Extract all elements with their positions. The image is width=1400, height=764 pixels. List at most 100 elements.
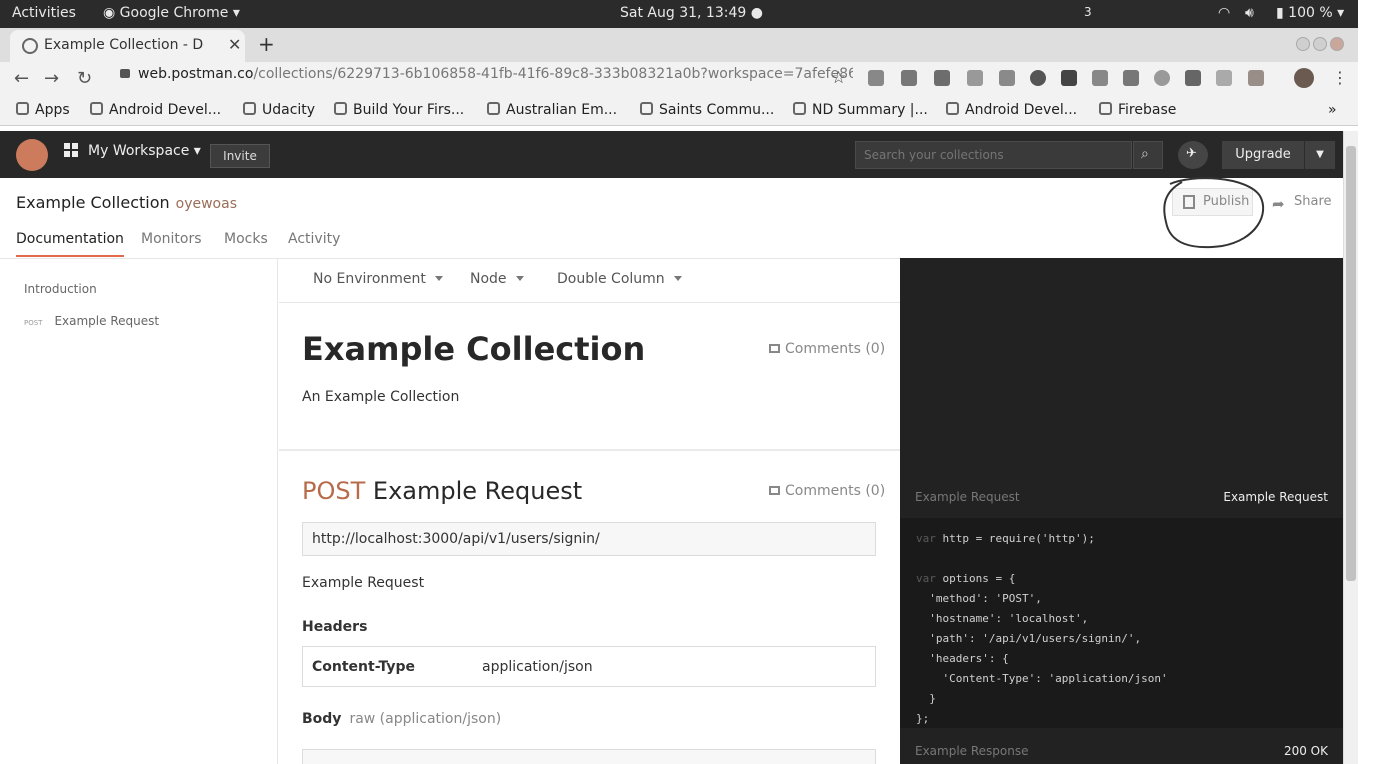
code-line: var options = { [916,572,1016,585]
browser-tab[interactable]: Example Collection - Documentation ✕ [10,30,245,62]
bookmark-favicon-icon [640,102,653,115]
search-icon: ⌕ [1141,146,1149,162]
bookmark-item[interactable]: ND Summary |... [793,102,928,118]
wifi-icon[interactable]: ◠ [1218,5,1230,21]
volume-icon[interactable]: 🔊︎ [1245,5,1254,21]
share-arrow-icon: ➦ [1272,195,1285,213]
profile-avatar[interactable] [1294,68,1314,88]
upgrade-button[interactable]: Upgrade [1222,141,1304,169]
bookmark-item[interactable]: Android Devel... [946,102,1077,118]
apps-grid-icon [16,102,29,115]
notification-badge: 3 [1084,5,1092,19]
reload-icon[interactable]: ↻ [77,68,92,89]
documentation-sidebar: Introduction POST Example Request [0,259,278,764]
extension-icon[interactable] [934,70,950,86]
address-bar[interactable]: web.postman.co/collections/6229713-6b106… [108,66,853,92]
window-controls [1296,36,1347,55]
maximize-icon[interactable] [1313,37,1327,51]
extension-icon[interactable] [1030,70,1046,86]
workspace-grid-icon [64,143,78,157]
bookmarks-bar: Apps Android Devel... Udacity Build Your… [0,96,1358,126]
workspace-switcher[interactable]: My Workspace ▾ [64,143,201,159]
code-line: 'headers': { [916,652,1009,665]
caret-down-icon [434,276,443,281]
chrome-menu-icon[interactable]: ⋮ [1332,68,1348,87]
extension-icon[interactable] [1216,70,1232,86]
bookmark-item[interactable]: Saints Commu... [640,102,774,118]
code-line: var http = require('http'); [916,532,1095,545]
code-snippet: var http = require('http'); var options =… [900,518,1343,728]
postman-logo-icon[interactable] [16,139,48,171]
code-line: 'hostname': 'localhost', [916,612,1089,625]
extension-icon[interactable] [1061,70,1077,86]
more-bookmarks-icon[interactable]: » [1328,102,1337,118]
upgrade-dropdown-icon[interactable]: ▼ [1304,141,1335,169]
response-example-label: Example Response [915,744,1029,758]
close-window-icon[interactable] [1330,37,1344,51]
request-description: Example Request [302,575,425,591]
sidebar-item-example-request[interactable]: POST Example Request [24,314,159,328]
new-tab-icon[interactable]: + [258,32,275,56]
extension-icon[interactable] [868,70,884,86]
invite-button[interactable]: Invite [210,144,270,168]
code-line: 'method': 'POST', [916,592,1042,605]
caret-down-icon [673,276,682,281]
forward-icon[interactable]: → [44,68,59,89]
request-comments-link[interactable]: Comments (0) [769,483,885,499]
extension-icon[interactable] [1092,70,1108,86]
caret-down-icon [515,276,524,281]
tab-documentation[interactable]: Documentation [16,231,124,257]
extension-icon[interactable] [1123,70,1139,86]
tab-mocks[interactable]: Mocks [224,231,268,247]
extension-icon[interactable] [967,70,983,86]
activities-button[interactable]: Activities [12,5,76,21]
bookmark-star-icon[interactable]: ☆ [831,68,846,88]
bookmark-apps[interactable]: Apps [16,102,70,118]
bookmark-item[interactable]: Firebase [1099,102,1176,118]
extension-icon[interactable] [1154,70,1170,86]
search-button[interactable]: ⌕ [1133,141,1163,169]
sidebar-item-introduction[interactable]: Introduction [24,282,97,296]
environment-bar: No Environment Node Double Column [279,259,900,303]
bookmark-item[interactable]: Build Your Firs... [334,102,464,118]
tab-activity[interactable]: Activity [288,231,340,247]
extension-icon[interactable] [1185,70,1201,86]
tab-monitors[interactable]: Monitors [141,231,202,247]
language-dropdown[interactable]: Node [470,271,524,287]
bookmark-item[interactable]: Australian Em... [487,102,617,118]
comments-link[interactable]: Comments (0) [769,341,885,357]
bookmark-item[interactable]: Android Devel... [90,102,221,118]
hand-drawn-circle [1163,177,1265,249]
collection-title: Example Collection [302,330,646,368]
clock[interactable]: Sat Aug 31, 13:49 ● [620,5,763,21]
environment-dropdown[interactable]: No Environment [313,271,443,287]
response-status: 200 OK [1283,744,1328,758]
request-url[interactable]: http://localhost:3000/api/v1/users/signi… [302,522,876,556]
search-input[interactable] [864,148,1123,162]
scrollbar-thumb[interactable] [1346,146,1356,581]
request-example-select[interactable]: Example Request [1223,490,1328,504]
minimize-icon[interactable] [1296,37,1310,51]
extension-icon[interactable] [901,70,917,86]
close-tab-icon[interactable]: ✕ [228,35,241,54]
gnome-top-bar: Activities ◉ Google Chrome ▾ Sat Aug 31,… [0,0,1358,28]
extension-icon[interactable] [1248,70,1264,86]
notification-icon[interactable]: ✈ [1178,141,1208,169]
back-icon[interactable]: ← [14,68,29,89]
tab-title: Example Collection - Documentation [44,37,204,53]
chrome-app-menu[interactable]: ◉ Google Chrome ▾ [103,5,240,21]
comment-icon [769,486,780,495]
headers-table: Content-Type application/json [302,646,876,687]
owner-name[interactable]: oyewoas [176,196,237,212]
bookmark-favicon-icon [243,102,256,115]
bookmark-favicon-icon [946,102,959,115]
battery-icon[interactable]: ▮ 100 % ▾ [1276,5,1344,21]
desktop-edge [1358,0,1400,764]
bookmark-item[interactable]: Udacity [243,102,315,118]
search-collections-field[interactable] [855,141,1132,169]
share-button[interactable]: ➦ Share [1262,188,1335,216]
bookmark-favicon-icon [487,102,500,115]
extension-icon[interactable] [999,70,1015,86]
layout-dropdown[interactable]: Double Column [557,271,682,287]
firebase-icon [1099,102,1112,115]
